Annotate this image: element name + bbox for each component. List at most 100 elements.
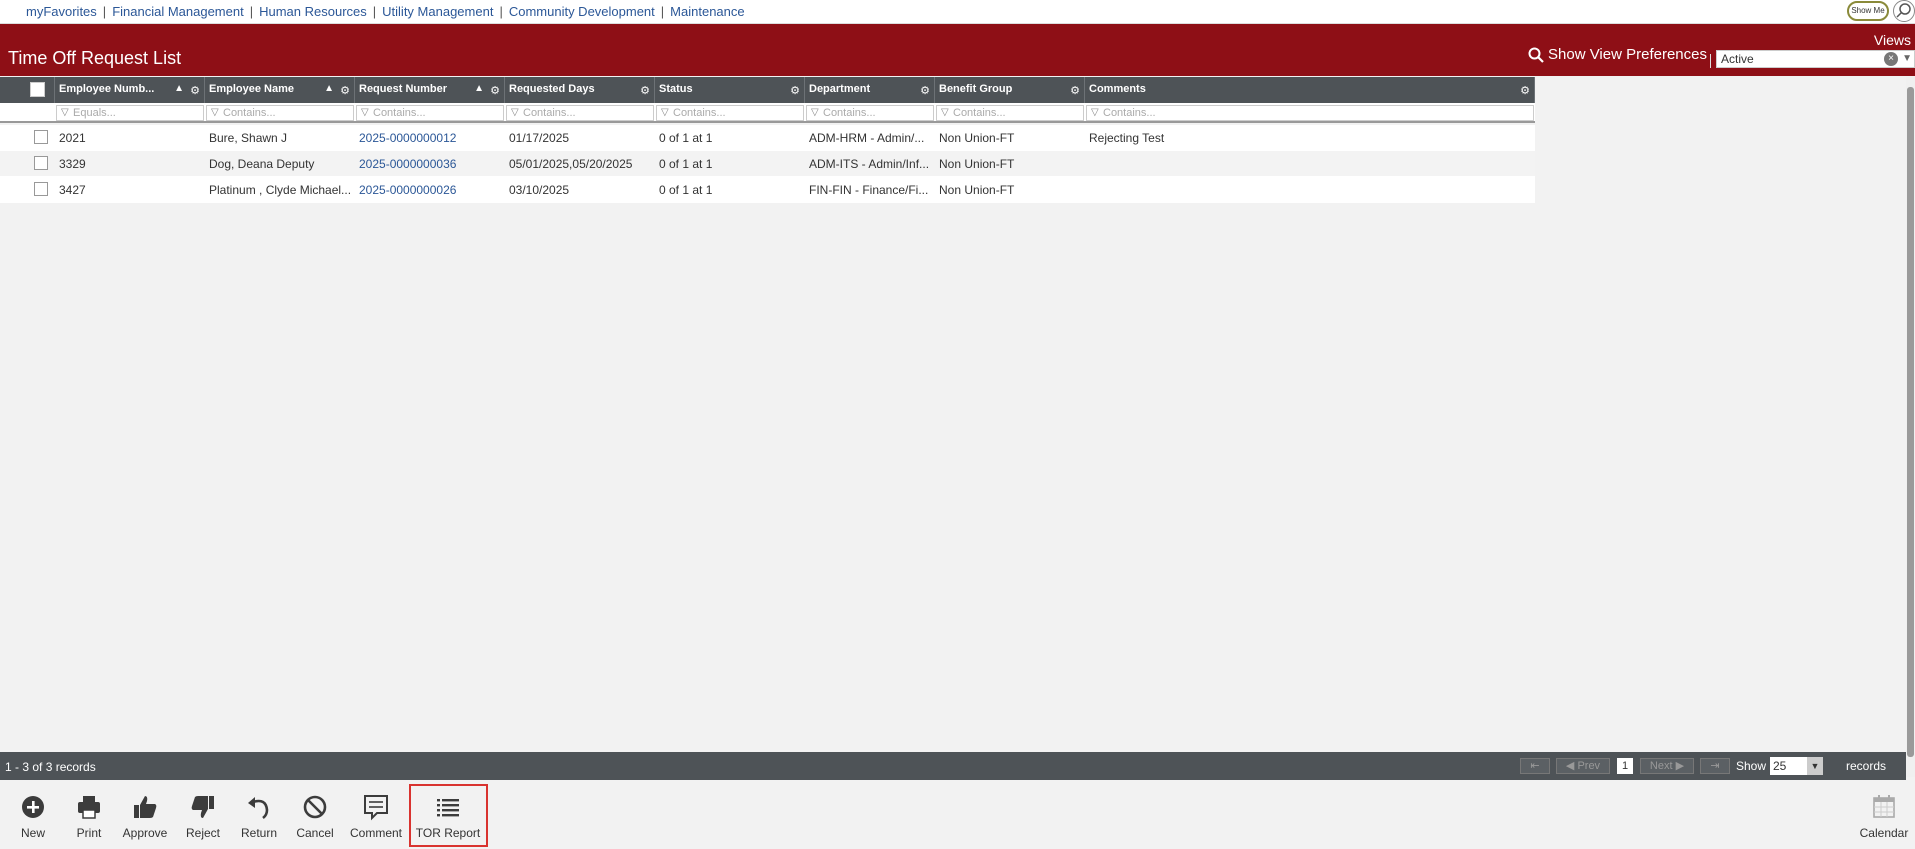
row-checkbox[interactable] — [34, 156, 48, 170]
column-header-request-number[interactable]: Request Number ▲ ⚙ — [355, 77, 505, 103]
filter-icon: ▽ — [941, 107, 949, 118]
filter-comments[interactable]: ▽ Contains... — [1086, 105, 1534, 121]
gear-icon[interactable]: ⚙ — [340, 84, 350, 97]
reject-button[interactable]: Reject — [183, 792, 223, 840]
table-row[interactable]: 2021 Bure, Shawn J 2025-0000000012 01/17… — [0, 125, 1535, 151]
request-number-link[interactable]: 2025-0000000036 — [359, 157, 503, 171]
filter-requested-days[interactable]: ▽ Contains... — [506, 105, 654, 121]
printer-icon — [78, 796, 100, 819]
cell-benefit-group: Non Union-FT — [939, 157, 1015, 171]
views-select[interactable]: Active × ▼ — [1716, 50, 1915, 68]
request-number-link[interactable]: 2025-0000000012 — [359, 131, 503, 145]
show-view-preferences-button[interactable]: Show View Preferences — [1528, 46, 1707, 63]
grid-header: Employee Numb... ▲ ⚙ Employee Name ▲ ⚙ R… — [0, 77, 1535, 103]
cell-department: FIN-FIN - Finance/Fi... — [809, 183, 929, 197]
cell-department: ADM-HRM - Admin/... — [809, 131, 925, 145]
filter-icon: ▽ — [511, 107, 519, 118]
column-header-comments[interactable]: Comments ⚙ — [1085, 77, 1535, 103]
last-page-button[interactable]: ⇥ — [1700, 758, 1730, 774]
cell-status: 0 of 1 at 1 — [659, 157, 713, 171]
cell-benefit-group: Non Union-FT — [939, 183, 1015, 197]
sort-arrow-icon[interactable]: ▲ — [174, 83, 184, 94]
filter-icon: ▽ — [661, 107, 669, 118]
filter-benefit-group[interactable]: ▽ Contains... — [936, 105, 1084, 121]
gear-icon[interactable]: ⚙ — [1520, 84, 1530, 97]
sort-arrow-icon[interactable]: ▲ — [324, 83, 334, 94]
table-row[interactable]: 3329 Dog, Deana Deputy 2025-0000000036 0… — [0, 151, 1535, 177]
nav-link-utility-management[interactable]: Utility Management — [382, 4, 493, 19]
show-label: Show — [1736, 759, 1767, 773]
select-all-checkbox[interactable] — [30, 82, 45, 97]
table-row[interactable]: 3427 Platinum , Clyde Michael... 2025-00… — [0, 177, 1535, 203]
comment-button[interactable]: Comment — [346, 792, 406, 840]
divider — [1710, 54, 1711, 68]
return-button[interactable]: Return — [238, 792, 280, 840]
request-number-link[interactable]: 2025-0000000026 — [359, 183, 503, 197]
page-title: Time Off Request List — [8, 48, 182, 68]
column-header-employee-name[interactable]: Employee Name ▲ ⚙ — [205, 77, 355, 103]
gear-icon[interactable]: ⚙ — [490, 84, 500, 97]
module-links: myFavorites | Financial Management | Human R… — [26, 4, 745, 19]
gear-icon[interactable]: ⚙ — [790, 84, 800, 97]
nav-link-myfavorites[interactable]: myFavorites — [26, 4, 97, 19]
next-page-button[interactable]: Next ▶ — [1640, 758, 1694, 774]
column-header-status[interactable]: Status ⚙ — [655, 77, 805, 103]
column-header-benefit-group[interactable]: Benefit Group ⚙ — [935, 77, 1085, 103]
global-search-icon[interactable] — [1893, 0, 1915, 22]
new-button[interactable]: New — [14, 792, 52, 840]
approve-button[interactable]: Approve — [120, 792, 170, 840]
calendar-button[interactable]: Calendar — [1858, 792, 1910, 840]
title-bar: Time Off Request List Views Show View Pr… — [0, 24, 1915, 76]
nav-link-human-resources[interactable]: Human Resources — [259, 4, 367, 19]
sort-arrow-icon[interactable]: ▲ — [474, 83, 484, 94]
filter-row: ▽ Equals... ▽ Contains... ▽ Contains... ▽ Co… — [0, 103, 1535, 123]
row-checkbox[interactable] — [34, 130, 48, 144]
row-checkbox[interactable] — [34, 182, 48, 196]
nav-link-maintenance[interactable]: Maintenance — [670, 4, 744, 19]
cell-status: 0 of 1 at 1 — [659, 183, 713, 197]
chevron-down-icon[interactable]: ▼ — [1902, 51, 1912, 67]
vertical-scrollbar[interactable] — [1906, 77, 1915, 777]
page-size-value: 25 — [1773, 759, 1787, 773]
cancel-button[interactable]: Cancel — [294, 792, 336, 840]
page-size-select[interactable]: 25 ▼ — [1770, 757, 1823, 775]
cell-status: 0 of 1 at 1 — [659, 131, 713, 145]
filter-icon: ▽ — [211, 107, 219, 118]
print-button[interactable]: Print — [70, 792, 108, 840]
cell-employee-name: Platinum , Clyde Michael... — [209, 183, 352, 197]
clear-icon[interactable]: × — [1884, 52, 1898, 66]
record-count: 1 - 3 of 3 records — [5, 760, 96, 774]
filter-request-number[interactable]: ▽ Contains... — [356, 105, 504, 121]
action-toolbar: New Print Approve Reject Return Cancel C… — [0, 780, 1915, 849]
filter-department[interactable]: ▽ Contains... — [806, 105, 934, 121]
gear-icon[interactable]: ⚙ — [920, 84, 930, 97]
calendar-icon — [1873, 795, 1895, 818]
first-page-button[interactable]: ⇤ — [1520, 758, 1550, 774]
top-nav: myFavorites | Financial Management | Human R… — [0, 0, 1915, 24]
column-header-department[interactable]: Department ⚙ — [805, 77, 935, 103]
gear-icon[interactable]: ⚙ — [1070, 84, 1080, 97]
prev-page-button[interactable]: ◀ Prev — [1556, 758, 1610, 774]
filter-icon: ▽ — [361, 107, 369, 118]
tor-report-highlight — [409, 784, 488, 847]
scrollbar-thumb[interactable] — [1907, 87, 1914, 757]
nav-link-community-development[interactable]: Community Development — [509, 4, 655, 19]
cancel-circle-icon — [303, 795, 327, 819]
cell-employee-number: 3427 — [59, 183, 86, 197]
gear-icon[interactable]: ⚙ — [640, 84, 650, 97]
filter-status[interactable]: ▽ Contains... — [656, 105, 804, 121]
chevron-down-icon[interactable]: ▼ — [1807, 757, 1823, 775]
filter-employee-number[interactable]: ▽ Equals... — [56, 105, 204, 121]
cell-employee-number: 2021 — [59, 131, 86, 145]
nav-link-financial-management[interactable]: Financial Management — [112, 4, 244, 19]
column-header-requested-days[interactable]: Requested Days ⚙ — [505, 77, 655, 103]
thumbs-down-icon — [191, 796, 214, 818]
gear-icon[interactable]: ⚙ — [190, 84, 200, 97]
column-header-employee-number[interactable]: Employee Numb... ▲ ⚙ — [55, 77, 205, 103]
current-page-number[interactable]: 1 — [1617, 758, 1633, 774]
cell-comments: Rejecting Test — [1089, 131, 1165, 145]
search-icon — [1528, 47, 1544, 63]
show-me-button[interactable]: Show Me — [1847, 1, 1889, 21]
cell-employee-name: Dog, Deana Deputy — [209, 157, 315, 171]
filter-employee-name[interactable]: ▽ Contains... — [206, 105, 354, 121]
